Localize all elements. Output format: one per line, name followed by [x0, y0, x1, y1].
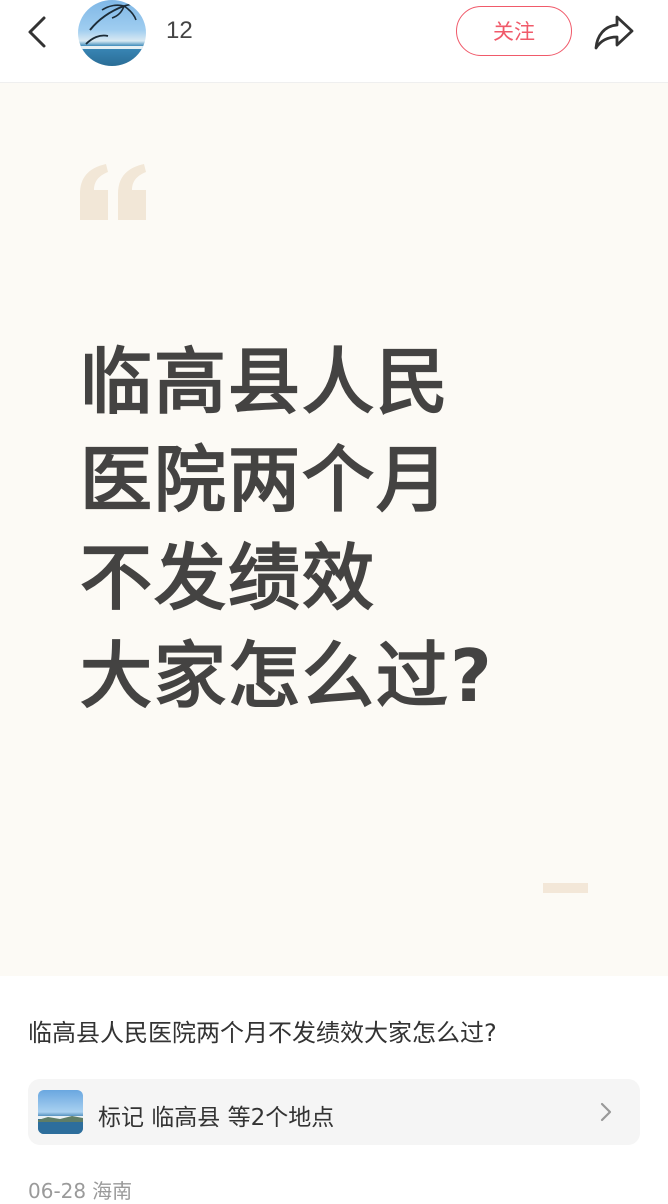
chevron-right-icon [600, 1102, 612, 1122]
post-date: 06-28 [28, 1179, 87, 1203]
share-button[interactable] [590, 10, 638, 54]
quote-mark-icon [80, 164, 146, 220]
location-thumbnail-image [38, 1116, 83, 1134]
back-button[interactable] [18, 12, 58, 52]
location-text: 标记 临高县 等2个地点 [98, 1105, 335, 1131]
post-region: 海南 [92, 1179, 133, 1203]
cover-accent-dash [543, 883, 588, 893]
follow-button[interactable]: 关注 [456, 6, 572, 56]
location-tag-card[interactable]: 标记 临高县 等2个地点 [28, 1079, 640, 1145]
post-meta: 06-28 海南 [28, 1175, 132, 1204]
cover-text-line-2: 医院两个月 [80, 438, 451, 522]
username[interactable]: 12 [166, 17, 193, 45]
post-title: 临高县人民医院两个月不发绩效大家怎么过? [28, 1019, 497, 1047]
share-arrow-icon [594, 15, 634, 50]
top-bar: 12 关注 [0, 0, 668, 83]
cover-text-line-4: 大家怎么过? [80, 634, 494, 718]
palm-beach-avatar-image [78, 2, 146, 49]
location-thumbnail [38, 1090, 83, 1134]
back-arrow-icon [28, 16, 46, 48]
cover-text-line-1: 临高县人民 [80, 340, 451, 424]
cover-text-line-3: 不发绩效 [80, 536, 377, 620]
avatar[interactable] [78, 0, 146, 66]
